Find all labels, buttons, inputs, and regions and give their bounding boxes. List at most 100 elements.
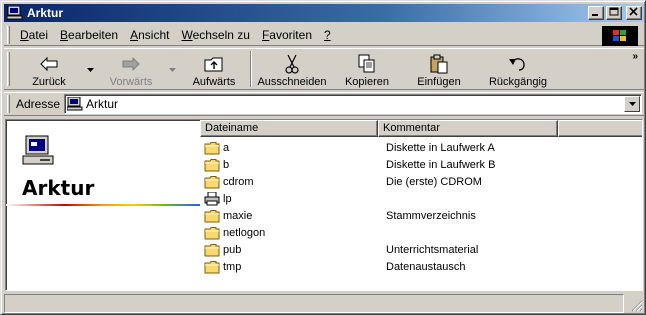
menu-help[interactable]: ? (318, 28, 337, 42)
pane-title: Arktur (22, 176, 95, 200)
table-row[interactable]: tmp Datenaustausch (200, 258, 578, 275)
table-row[interactable]: a Diskette in Laufwerk A (200, 139, 578, 156)
table-row[interactable]: b Diskette in Laufwerk B (200, 156, 578, 173)
file-name-cell[interactable]: lp (200, 191, 378, 206)
file-list: Dateiname Kommentar a Diskette in Laufwer… (200, 120, 642, 290)
menu-bar: Datei Bearbeiten Ansicht Wechseln zu Fav… (4, 24, 644, 46)
file-name-cell[interactable]: netlogon (200, 226, 378, 240)
file-rows: a Diskette in Laufwerk A b Diskette in Lauf… (200, 139, 578, 275)
computer-icon (22, 135, 54, 165)
forward-arrow-icon (122, 57, 140, 71)
minimize-icon (592, 14, 598, 16)
file-name-cell[interactable]: b (200, 158, 378, 172)
maximize-icon (609, 7, 619, 16)
close-button[interactable] (626, 6, 642, 20)
back-label: Zurück (32, 76, 66, 88)
scissors-icon (285, 54, 299, 74)
folder-icon (204, 226, 220, 239)
up-label: Aufwärts (192, 76, 236, 88)
up-button[interactable]: Aufwärts (178, 49, 250, 89)
file-name: maxie (223, 209, 253, 222)
forward-dropdown[interactable] (166, 49, 178, 89)
file-name-cell[interactable]: pub (200, 243, 378, 257)
file-name-cell[interactable]: maxie (200, 209, 378, 223)
explorer-window: Arktur Datei Bearbeiten Ansicht Wechseln… (0, 0, 646, 315)
chevron-down-icon (86, 68, 94, 72)
printer-icon (204, 191, 220, 205)
column-header-comment[interactable]: Kommentar (378, 120, 558, 137)
window-title: Arktur (27, 6, 64, 20)
column-header-filler (558, 120, 642, 137)
clipboard-icon (430, 54, 448, 74)
copy-label: Kopieren (344, 76, 390, 88)
file-comment: Diskette in Laufwerk B (386, 158, 496, 171)
menu-grip[interactable] (7, 25, 10, 44)
table-row[interactable]: pub Unterrichtsmaterial (200, 241, 578, 258)
standard-toolbar: Zurück Vorwärts Aufwärts Ausschneiden Ko… (4, 48, 644, 90)
table-row[interactable]: netlogon (200, 224, 578, 241)
copy-button[interactable]: Kopieren (332, 49, 402, 89)
file-name: lp (223, 192, 232, 205)
back-dropdown[interactable] (84, 49, 96, 89)
folder-icon (204, 243, 220, 256)
file-name: a (223, 141, 230, 154)
close-icon (629, 7, 638, 16)
resize-grip-icon[interactable] (631, 300, 643, 312)
status-bar (4, 294, 644, 313)
status-panel (4, 294, 624, 313)
title-bar[interactable]: Arktur (4, 4, 644, 22)
file-name: b (223, 158, 230, 171)
file-name: tmp (223, 260, 242, 273)
chevron-down-icon (168, 68, 176, 72)
cut-label: Ausschneiden (257, 76, 327, 88)
file-comment: Diskette in Laufwerk A (386, 141, 495, 154)
file-name: netlogon (223, 226, 266, 239)
table-row[interactable]: cdrom Die (erste) CDROM (200, 173, 578, 190)
paste-button[interactable]: Einfügen (402, 49, 476, 89)
menu-wechseln-zu[interactable]: Wechseln zu (175, 28, 255, 42)
windows-logo-icon (602, 26, 638, 46)
folder-icon (204, 175, 220, 188)
undo-button[interactable]: Rückgängig (476, 49, 560, 89)
folder-icon (204, 260, 220, 273)
address-grip[interactable] (7, 95, 10, 113)
menu-favoriten[interactable]: Favoriten (256, 28, 318, 42)
forward-button[interactable]: Vorwärts (96, 49, 166, 89)
file-name-cell[interactable]: cdrom (200, 175, 378, 189)
folder-icon (204, 158, 220, 171)
copy-icon (358, 54, 375, 73)
folder-up-icon (204, 57, 223, 72)
column-headers: Dateiname Kommentar (200, 120, 642, 137)
file-comment: Stammverzeichnis (386, 209, 476, 222)
toolbar-more-button[interactable]: » (632, 51, 638, 62)
menu-bearbeiten[interactable]: Bearbeiten (54, 28, 124, 42)
toolbar-grip[interactable] (7, 52, 10, 86)
menu-datei[interactable]: Datei (14, 28, 54, 42)
table-row[interactable]: maxie Stammverzeichnis (200, 207, 578, 224)
address-input[interactable]: Arktur (64, 94, 643, 114)
color-divider (6, 204, 200, 206)
folder-icon (204, 141, 220, 154)
address-dropdown-button[interactable] (624, 96, 641, 112)
address-label: Adresse (16, 97, 61, 111)
computer-icon (67, 97, 83, 111)
file-name-cell[interactable]: tmp (200, 260, 378, 274)
file-comment: Datenaustausch (386, 260, 466, 273)
file-comment: Unterrichtsmaterial (386, 243, 479, 256)
cut-button[interactable]: Ausschneiden (252, 49, 332, 89)
back-button[interactable]: Zurück (14, 49, 84, 89)
menu-ansicht[interactable]: Ansicht (124, 28, 175, 42)
back-arrow-icon (40, 57, 58, 71)
maximize-button[interactable] (606, 6, 622, 20)
column-header-name[interactable]: Dateiname (200, 120, 378, 137)
file-name: cdrom (223, 175, 254, 188)
chevron-down-icon (628, 102, 636, 106)
address-bar: Adresse Arktur (4, 92, 644, 116)
file-name: pub (223, 243, 242, 256)
undo-icon (509, 58, 525, 71)
file-comment: Die (erste) CDROM (386, 175, 482, 188)
content-area: Arktur Dateiname Kommentar a Diskette in … (5, 119, 643, 291)
file-name-cell[interactable]: a (200, 141, 378, 155)
minimize-button[interactable] (588, 6, 604, 20)
table-row[interactable]: lp (200, 190, 578, 207)
